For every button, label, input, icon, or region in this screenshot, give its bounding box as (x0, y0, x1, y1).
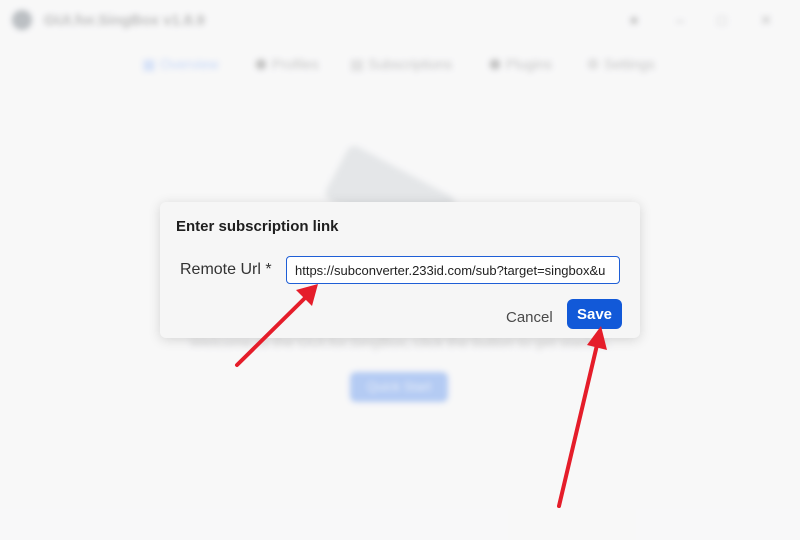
remote-url-label: Remote Url * (180, 261, 272, 278)
subscription-dialog: Enter subscription link Remote Url * Can… (160, 202, 640, 338)
dialog-title: Enter subscription link (176, 218, 339, 235)
save-button[interactable]: Save (567, 299, 622, 329)
app-window: GUI.for.SingBox v1.8.9 ★ – □ ✕ ▦ Overview… (0, 0, 800, 540)
remote-url-input[interactable] (286, 256, 620, 284)
cancel-button[interactable]: Cancel (500, 304, 556, 330)
